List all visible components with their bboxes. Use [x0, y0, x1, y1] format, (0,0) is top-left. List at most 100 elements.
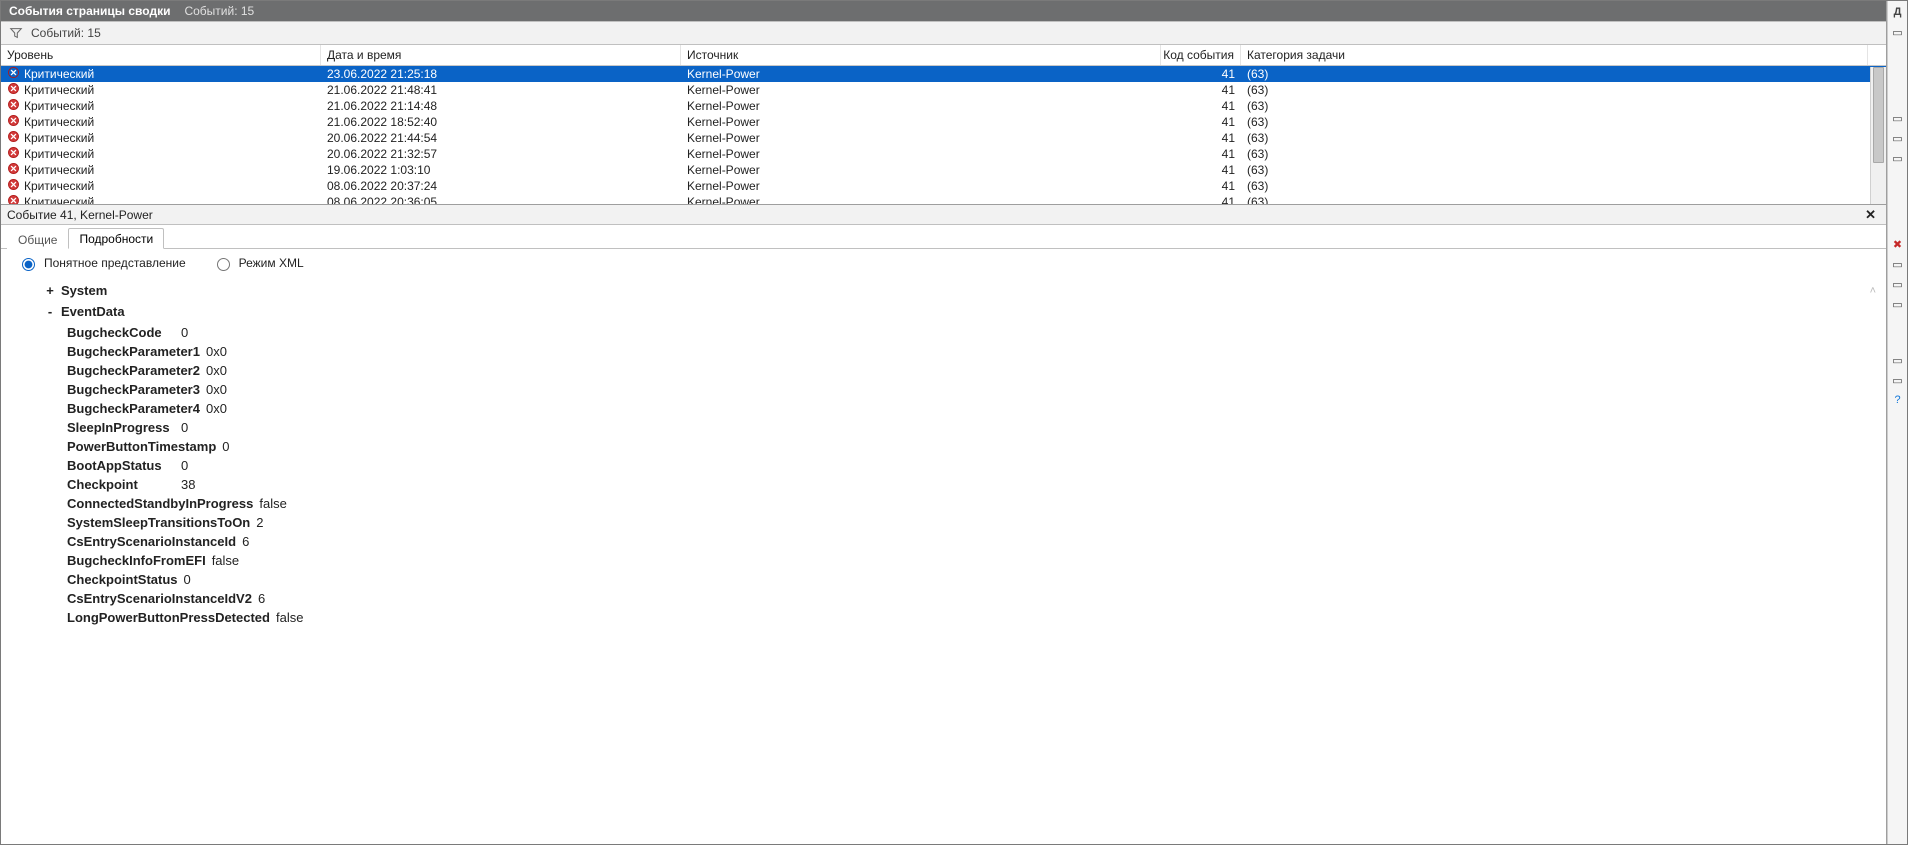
- cell-category: (63): [1241, 130, 1868, 146]
- eventdata-row: LongPowerButtonPressDetected false: [67, 608, 1882, 627]
- side-delete-icon[interactable]: ✖: [1891, 237, 1905, 251]
- critical-icon: [7, 66, 20, 83]
- eventdata-value: 0: [222, 437, 229, 456]
- side-help-icon[interactable]: ?: [1891, 393, 1905, 407]
- table-row[interactable]: Критический 23.06.2022 21:25:18 Kernel-P…: [1, 66, 1886, 82]
- eventdata-value: 38: [181, 475, 195, 494]
- filter-icon[interactable]: [9, 26, 23, 40]
- tab-details[interactable]: Подробности: [68, 228, 164, 249]
- eventdata-value: 0: [181, 418, 188, 437]
- table-row[interactable]: Критический 21.06.2022 21:14:48 Kernel-P…: [1, 98, 1886, 114]
- side-icon-generic-1[interactable]: ▭: [1891, 25, 1905, 39]
- eventdata-key: SystemSleepTransitionsToOn: [67, 513, 250, 532]
- eventdata-row: BugcheckParameter2 0x0: [67, 361, 1882, 380]
- side-icon-generic-5[interactable]: ▭: [1891, 257, 1905, 271]
- eventdata-key: PowerButtonTimestamp: [67, 437, 216, 456]
- radio-xml-view[interactable]: Режим XML: [212, 255, 304, 271]
- eventdata-row: ConnectedStandbyInProgress false: [67, 494, 1882, 513]
- table-row[interactable]: Критический 19.06.2022 1:03:10 Kernel-Po…: [1, 162, 1886, 178]
- cell-level: Критический: [1, 82, 321, 99]
- filter-bar: Событий: 15: [1, 21, 1886, 45]
- cell-category: (63): [1241, 66, 1868, 82]
- cell-source: Kernel-Power: [681, 82, 1161, 98]
- cell-source: Kernel-Power: [681, 66, 1161, 82]
- details-body: ˄ + System - EventData BugcheckCode 0 Bug…: [1, 281, 1886, 844]
- cell-datetime: 08.06.2022 20:37:24: [321, 178, 681, 194]
- cell-category: (63): [1241, 114, 1868, 130]
- side-icon-generic-4[interactable]: ▭: [1891, 151, 1905, 165]
- eventdata-row: BugcheckParameter3 0x0: [67, 380, 1882, 399]
- col-level[interactable]: Уровень: [1, 45, 321, 65]
- table-row[interactable]: Критический 20.06.2022 21:32:57 Kernel-P…: [1, 146, 1886, 162]
- summary-title-bar: События страницы сводки Событий: 15: [1, 1, 1886, 21]
- radio-friendly-view[interactable]: Понятное представление: [17, 255, 186, 271]
- close-icon[interactable]: ✕: [1861, 207, 1880, 223]
- cell-level-text: Критический: [24, 98, 94, 114]
- eventdata-value: 0: [184, 570, 191, 589]
- cell-source: Kernel-Power: [681, 194, 1161, 204]
- eventdata-value: 0: [181, 456, 188, 475]
- table-row[interactable]: Критический 21.06.2022 21:48:41 Kernel-P…: [1, 82, 1886, 98]
- eventdata-row: SystemSleepTransitionsToOn 2: [67, 513, 1882, 532]
- eventdata-key: BugcheckCode: [67, 323, 175, 342]
- cell-level: Критический: [1, 130, 321, 147]
- radio-friendly-input[interactable]: [22, 258, 35, 271]
- cell-level-text: Критический: [24, 178, 94, 194]
- side-icon-generic-6[interactable]: ▭: [1891, 277, 1905, 291]
- side-icon-generic-3[interactable]: ▭: [1891, 131, 1905, 145]
- col-task-cat[interactable]: Категория задачи: [1241, 45, 1868, 65]
- summary-count: Событий: 15: [184, 4, 254, 18]
- tree-eventdata-label: EventData: [61, 302, 125, 321]
- eventdata-key: CheckpointStatus: [67, 570, 178, 589]
- tree-eventdata-node[interactable]: - EventData: [45, 302, 1882, 321]
- cell-event-id: 41: [1161, 82, 1241, 98]
- eventdata-key: ConnectedStandbyInProgress: [67, 494, 253, 513]
- chevron-up-icon[interactable]: ˄: [1870, 285, 1876, 297]
- critical-icon: [7, 194, 20, 204]
- cell-datetime: 08.06.2022 20:36:05: [321, 194, 681, 204]
- eventdata-value: 6: [242, 532, 249, 551]
- cell-event-id: 41: [1161, 162, 1241, 178]
- app-root: События страницы сводки Событий: 15 Собы…: [0, 0, 1908, 845]
- details-tabs: Общие Подробности: [1, 225, 1886, 249]
- side-icon-generic-2[interactable]: ▭: [1891, 111, 1905, 125]
- cell-level: Критический: [1, 178, 321, 195]
- eventdata-row: Checkpoint 38: [67, 475, 1882, 494]
- tab-general[interactable]: Общие: [7, 229, 68, 249]
- side-icon-generic-8[interactable]: ▭: [1891, 353, 1905, 367]
- col-datetime[interactable]: Дата и время: [321, 45, 681, 65]
- actions-pane-label-fragment: Д: [1891, 5, 1905, 19]
- cell-datetime: 19.06.2022 1:03:10: [321, 162, 681, 178]
- cell-event-id: 41: [1161, 178, 1241, 194]
- details-header-title: Событие 41, Kernel-Power: [7, 208, 153, 222]
- eventdata-value: 0x0: [206, 361, 227, 380]
- scrollbar-thumb[interactable]: [1873, 67, 1884, 163]
- col-event-id[interactable]: Код события: [1161, 45, 1241, 65]
- expand-icon[interactable]: +: [45, 281, 55, 300]
- tree-system-node[interactable]: + System: [45, 281, 1882, 300]
- col-source[interactable]: Источник: [681, 45, 1161, 65]
- table-body: Критический 23.06.2022 21:25:18 Kernel-P…: [1, 66, 1886, 204]
- cell-event-id: 41: [1161, 66, 1241, 82]
- radio-xml-input[interactable]: [217, 258, 230, 271]
- cell-source: Kernel-Power: [681, 162, 1161, 178]
- cell-level-text: Критический: [24, 66, 94, 82]
- eventdata-value: 0x0: [206, 380, 227, 399]
- table-row[interactable]: Критический 20.06.2022 21:44:54 Kernel-P…: [1, 130, 1886, 146]
- table-row[interactable]: Критический 08.06.2022 20:37:24 Kernel-P…: [1, 178, 1886, 194]
- side-icon-generic-9[interactable]: ▭: [1891, 373, 1905, 387]
- eventdata-key: SleepInProgress: [67, 418, 175, 437]
- cell-category: (63): [1241, 178, 1868, 194]
- vertical-scrollbar[interactable]: [1870, 67, 1886, 204]
- collapse-icon[interactable]: -: [45, 302, 55, 321]
- side-icon-generic-7[interactable]: ▭: [1891, 297, 1905, 311]
- table-row[interactable]: Критический 08.06.2022 20:36:05 Kernel-P…: [1, 194, 1886, 204]
- table-row[interactable]: Критический 21.06.2022 18:52:40 Kernel-P…: [1, 114, 1886, 130]
- eventdata-key: CsEntryScenarioInstanceId: [67, 532, 236, 551]
- critical-icon: [7, 82, 20, 99]
- cell-event-id: 41: [1161, 114, 1241, 130]
- eventdata-row: BugcheckParameter1 0x0: [67, 342, 1882, 361]
- eventdata-key: BootAppStatus: [67, 456, 175, 475]
- cell-category: (63): [1241, 194, 1868, 204]
- cell-datetime: 20.06.2022 21:44:54: [321, 130, 681, 146]
